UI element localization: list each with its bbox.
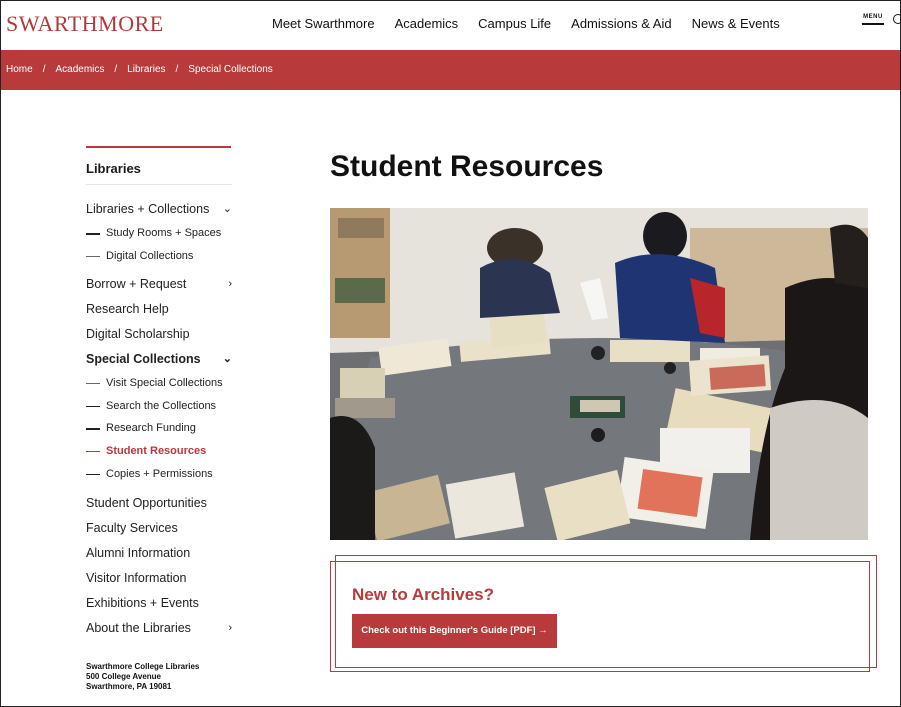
nav-campus-life[interactable]: Campus Life [478,16,551,31]
breadcrumb-academics[interactable]: Academics [55,64,104,75]
chevron-down-icon[interactable]: ⌄ [223,351,232,367]
sidebar-item-borrow-request[interactable]: Borrow + Request › [86,276,232,301]
sidebar-item-label: Digital Collections [106,249,194,262]
nav-academics[interactable]: Academics [395,16,459,31]
sidebar-item-label: Libraries + Collections [86,202,210,216]
breadcrumb-separator: / [114,64,118,75]
dash-icon [86,428,100,430]
beginners-guide-button[interactable]: Check out this Beginner's Guide [PDF] → [352,614,557,648]
main-nav: Meet Swarthmore Academics Campus Life Ad… [262,16,790,31]
sidebar-subitem-study-rooms[interactable]: Study Rooms + Spaces [86,226,232,249]
sidebar-subitem-visit-special-collections[interactable]: Visit Special Collections [86,376,232,399]
sidebar-item-label: Digital Scholarship [86,327,190,342]
sidebar-accent-line [86,146,231,148]
dash-icon [86,450,100,453]
dash-icon [86,233,100,235]
sidebar-item-research-help[interactable]: Research Help [86,301,232,326]
sidebar-item-label: Student Opportunities [86,496,207,511]
sidebar-item-faculty-services[interactable]: Faculty Services [86,520,232,545]
sidebar-item-digital-scholarship[interactable]: Digital Scholarship [86,326,232,351]
dash-icon [86,255,100,257]
breadcrumb-bar: Home / Academics / Libraries / Special C… [0,50,901,90]
menu-label: MENU [863,14,883,20]
dash-icon [86,473,100,476]
menu-button[interactable]: MENU [862,14,884,25]
sidebar-subitem-copies-permissions[interactable]: Copies + Permissions [86,467,232,490]
sidebar-nav: Libraries Libraries + Collections ⌄ Stud… [86,146,232,645]
students-examining-archives-photo [330,208,868,540]
sidebar-subitem-research-funding[interactable]: Research Funding [86,421,232,444]
page-title: Student Resources [330,150,604,183]
nav-meet-swarthmore[interactable]: Meet Swarthmore [272,16,375,31]
breadcrumb-home[interactable]: Home [6,64,33,75]
sidebar-item-label: Visitor Information [86,571,187,586]
sidebar-item-exhibitions-events[interactable]: Exhibitions + Events [86,595,232,620]
breadcrumb-special-collections[interactable]: Special Collections [188,64,273,75]
sidebar-subitem-student-resources[interactable]: Student Resources [86,444,232,467]
sidebar-item-label: Exhibitions + Events [86,596,199,611]
hamburger-icon [862,23,884,25]
search-icon[interactable] [893,14,901,24]
sidebar-item-label: Student Resources [106,444,207,457]
sidebar-item-visitor-information[interactable]: Visitor Information [86,570,232,595]
sidebar-item-label: Copies + Permissions [106,467,213,480]
callout-frame-offset [335,555,877,668]
breadcrumb-libraries[interactable]: Libraries [127,64,165,75]
address-line: 500 College Avenue [86,672,161,681]
sidebar-item-label: Visit Special Collections [106,377,223,390]
dash-icon [86,405,100,408]
sidebar-heading[interactable]: Libraries [86,161,232,185]
sidebar-subitem-search-collections[interactable]: Search the Collections [86,399,232,422]
sidebar-item-label: Borrow + Request [86,277,187,292]
swarthmore-logo[interactable]: SWARTHMORE [6,11,164,37]
sidebar-subitem-digital-collections[interactable]: Digital Collections [86,249,232,272]
sidebar-list: Libraries + Collections ⌄ Study Rooms + … [86,201,232,645]
sidebar-item-label: Faculty Services [86,521,178,536]
address-line: Swarthmore College Libraries [86,662,200,671]
address-line: Swarthmore, PA 19081 [86,682,172,691]
sidebar-item-label: Research Help [86,302,169,317]
hero-photo [330,208,868,540]
nav-news-events[interactable]: News & Events [692,16,780,31]
sidebar-item-libraries-collections[interactable]: Libraries + Collections ⌄ [86,201,232,226]
chevron-down-icon[interactable]: ⌄ [223,201,232,217]
sidebar-item-special-collections[interactable]: Special Collections ⌄ [86,351,232,376]
chevron-right-icon[interactable]: › [228,276,232,292]
breadcrumb: Home / Academics / Libraries / Special C… [6,64,273,75]
callout-title: New to Archives? [352,585,495,604]
sidebar-item-label: Research Funding [106,422,196,435]
sidebar-item-label: Alumni Information [86,546,191,561]
sidebar-item-label: Search the Collections [106,399,217,412]
sidebar-item-label: Study Rooms + Spaces [106,227,222,239]
breadcrumb-separator: / [42,64,46,75]
sidebar-item-label: About the Libraries [86,621,191,636]
library-address: Swarthmore College Libraries 500 College… [86,662,199,692]
dash-icon [86,383,100,385]
sidebar-item-label: Special Collections [86,352,201,367]
breadcrumb-separator: / [175,64,179,75]
chevron-right-icon[interactable]: › [228,620,232,636]
sidebar-item-student-opportunities[interactable]: Student Opportunities [86,495,232,520]
sidebar-item-alumni-information[interactable]: Alumni Information [86,545,232,570]
nav-admissions-aid[interactable]: Admissions & Aid [571,16,671,31]
top-navigation: SWARTHMORE Meet Swarthmore Academics Cam… [0,0,901,50]
sidebar-item-about-libraries[interactable]: About the Libraries › [86,620,232,645]
